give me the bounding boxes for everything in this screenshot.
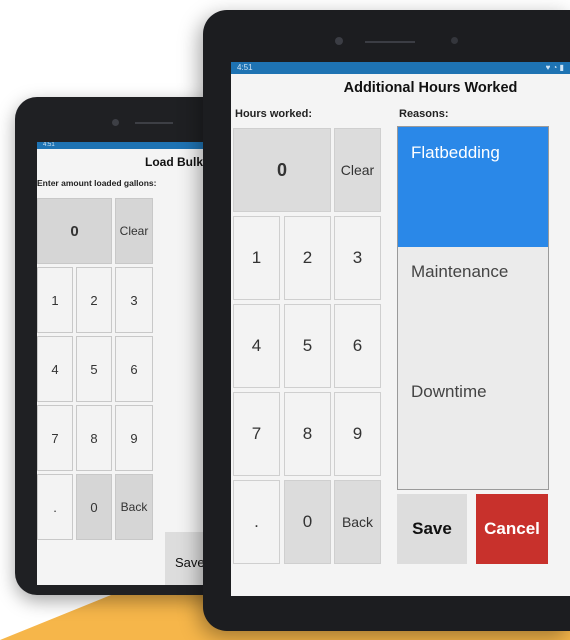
back-key[interactable]: Back	[334, 480, 381, 564]
key-0[interactable]: 0	[76, 474, 112, 540]
back-key[interactable]: Back	[115, 474, 153, 540]
back-tablet-device: 4:51 Load Bulk Fuel Enter amount loaded …	[15, 97, 235, 595]
status-icons: ♥ ◔ ▮	[545, 63, 564, 72]
sensor-icon	[451, 37, 458, 44]
key-5[interactable]: 5	[284, 304, 331, 388]
save-button[interactable]: Save	[397, 494, 467, 564]
key-1[interactable]: 1	[233, 216, 280, 300]
speaker-grille	[365, 41, 415, 43]
camera-icon	[112, 119, 119, 126]
page-title: Additional Hours Worked	[343, 80, 518, 96]
key-3[interactable]: 3	[115, 267, 153, 333]
cancel-button[interactable]: Cancel	[476, 494, 548, 564]
front-tablet-screen: 4:51 ♥ ◔ ▮ Additional Hours Worked Hours…	[231, 62, 570, 596]
hours-worked-label: Hours worked:	[235, 108, 313, 120]
hours-display: 0	[233, 128, 331, 212]
reason-item-flatbedding[interactable]: Flatbedding	[398, 127, 548, 247]
camera-icon	[335, 37, 343, 45]
key-4[interactable]: 4	[233, 304, 280, 388]
speaker-grille	[135, 122, 173, 124]
key-6[interactable]: 6	[334, 304, 381, 388]
reason-item-maintenance[interactable]: Maintenance	[398, 247, 548, 297]
reasons-list: Flatbedding Maintenance Downtime	[397, 126, 549, 490]
key-decimal[interactable]: .	[37, 474, 73, 540]
status-bar: 4:51 ♥ ◔ ▮	[231, 62, 570, 74]
status-time: 4:51	[43, 142, 55, 148]
amount-prompt-label: Enter amount loaded gallons:	[37, 178, 157, 188]
clear-button[interactable]: Clear	[115, 198, 153, 264]
key-9[interactable]: 9	[334, 392, 381, 476]
save-button[interactable]: Save	[165, 532, 205, 585]
key-5[interactable]: 5	[76, 336, 112, 402]
reasons-label: Reasons:	[399, 108, 449, 120]
key-3[interactable]: 3	[334, 216, 381, 300]
key-decimal[interactable]: .	[233, 480, 280, 564]
key-7[interactable]: 7	[37, 405, 73, 471]
reason-item-downtime[interactable]: Downtime	[398, 367, 548, 417]
clear-button[interactable]: Clear	[334, 128, 381, 212]
key-8[interactable]: 8	[284, 392, 331, 476]
key-0[interactable]: 0	[284, 480, 331, 564]
key-8[interactable]: 8	[76, 405, 112, 471]
front-tablet-device: 4:51 ♥ ◔ ▮ Additional Hours Worked Hours…	[203, 10, 570, 631]
key-4[interactable]: 4	[37, 336, 73, 402]
key-7[interactable]: 7	[233, 392, 280, 476]
amount-display: 0	[37, 198, 112, 264]
key-2[interactable]: 2	[284, 216, 331, 300]
key-1[interactable]: 1	[37, 267, 73, 333]
key-6[interactable]: 6	[115, 336, 153, 402]
status-time: 4:51	[237, 63, 253, 72]
key-9[interactable]: 9	[115, 405, 153, 471]
key-2[interactable]: 2	[76, 267, 112, 333]
